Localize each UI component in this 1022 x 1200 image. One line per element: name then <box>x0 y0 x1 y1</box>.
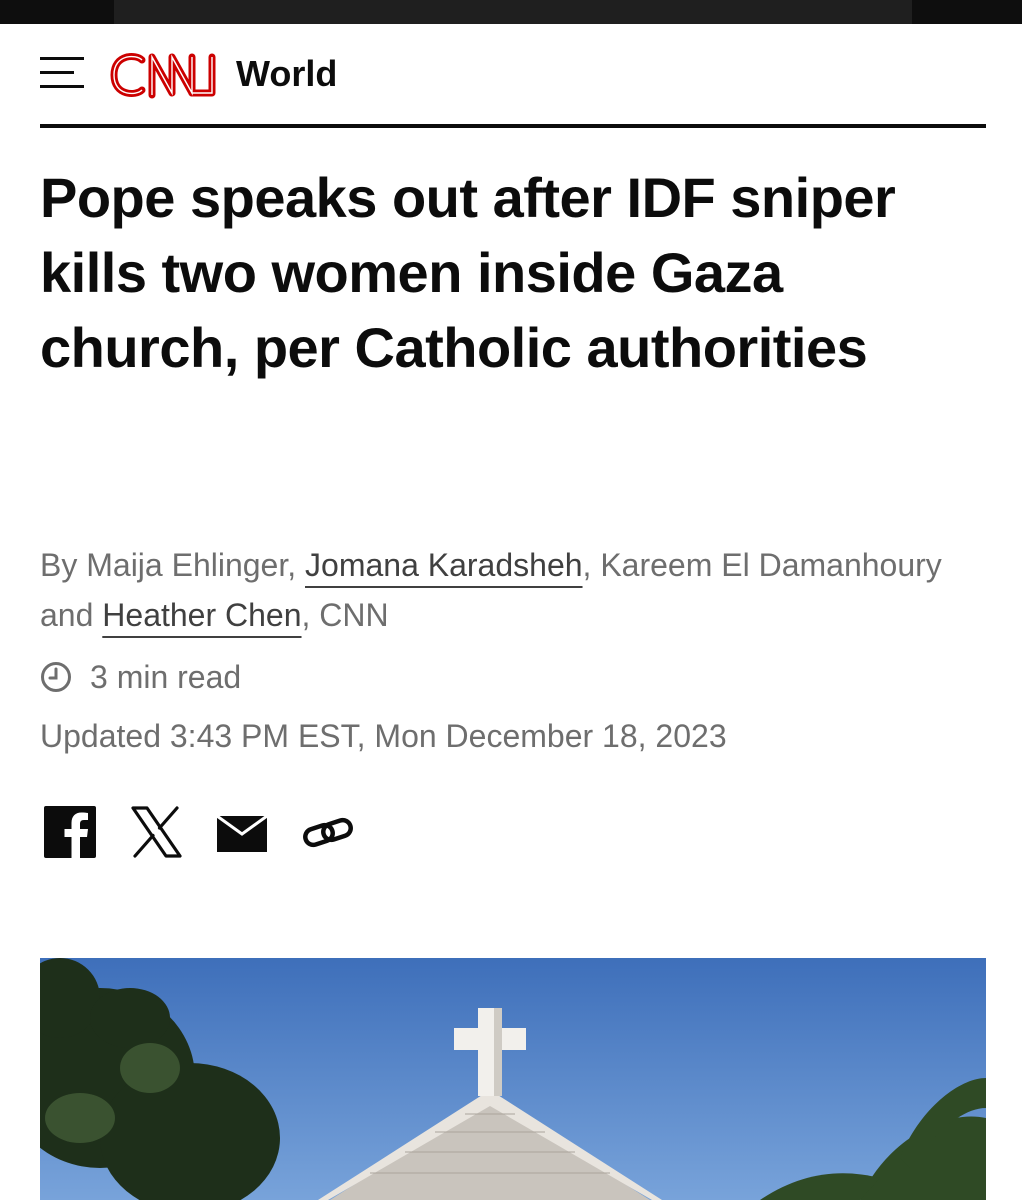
byline-prefix: By Maija Ehlinger, <box>40 547 297 583</box>
top-bar-edge-right <box>912 0 1022 24</box>
author-link-jomana-karadsheh[interactable]: Jomana Karadsheh <box>305 547 583 583</box>
cnn-logo[interactable] <box>108 48 224 102</box>
site-header: World <box>40 40 986 128</box>
updated-timestamp: Updated 3:43 PM EST, Mon December 18, 20… <box>40 718 727 754</box>
link-icon[interactable] <box>302 806 354 858</box>
church-photo <box>40 958 986 1200</box>
x-icon[interactable] <box>130 806 182 858</box>
email-icon[interactable] <box>216 806 268 858</box>
author-link-heather-chen[interactable]: Heather Chen <box>102 597 301 633</box>
byline: By Maija Ehlinger, Jomana Karadsheh, Kar… <box>40 540 970 640</box>
hero-image-church[interactable] <box>40 958 986 1200</box>
clock-icon <box>41 662 71 692</box>
facebook-icon[interactable] <box>44 806 96 858</box>
hamburger-menu-icon[interactable] <box>40 55 84 89</box>
top-bar-edge-left <box>0 0 114 24</box>
section-name[interactable]: World <box>236 52 337 96</box>
browser-top-bar <box>0 0 1022 24</box>
read-time-text: 3 min read <box>90 659 242 695</box>
article-headline: Pope speaks out after IDF sniper kills t… <box>40 166 896 379</box>
byline-suffix: , CNN <box>301 597 389 633</box>
